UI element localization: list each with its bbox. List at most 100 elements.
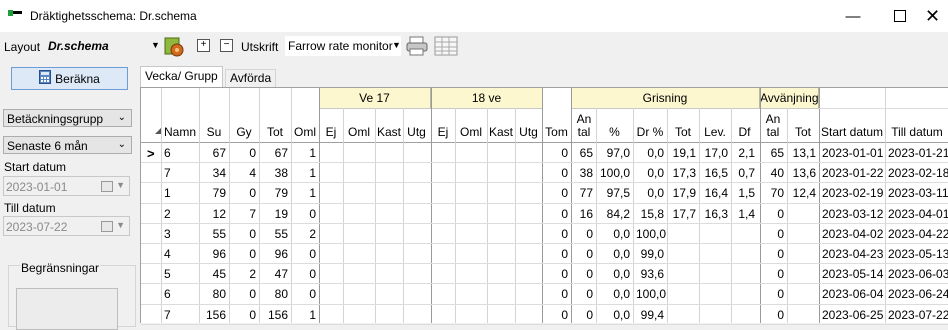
- table-cell: 7: [249, 206, 256, 221]
- layout-label: Layout: [4, 40, 41, 54]
- table-cell: 2023-01-21: [888, 146, 948, 160]
- table-cell: 156: [205, 307, 226, 322]
- col-header-oml[interactable]: Oml: [291, 125, 319, 139]
- table-cell: 0: [309, 267, 316, 282]
- col-header-utg[interactable]: Utg: [403, 125, 430, 139]
- col-header-gy[interactable]: Gy: [229, 125, 259, 139]
- table-cell: 2023-01-22: [822, 166, 884, 181]
- table-cell: 17,0: [704, 146, 728, 160]
- layout-settings-icon[interactable]: [163, 35, 185, 57]
- tab-removed[interactable]: Avförda: [225, 69, 277, 87]
- current-row-marker: >: [147, 146, 155, 161]
- table-cell: 55: [274, 226, 288, 241]
- table-cell: 1,4: [738, 206, 755, 221]
- calendar-icon[interactable]: [101, 221, 113, 232]
- col-header-su[interactable]: Su: [199, 125, 229, 139]
- table-cell: 0: [561, 287, 568, 302]
- col-header-tot[interactable]: Tot: [259, 125, 291, 139]
- table-cell: 4: [164, 247, 171, 261]
- table-cell: 0,7: [738, 166, 755, 181]
- col-header-g_lev[interactable]: Lev.: [699, 125, 731, 139]
- col-header-oml2[interactable]: Oml: [343, 125, 375, 139]
- col-header-kast2[interactable]: Kast: [487, 125, 515, 139]
- col-header-g_pct[interactable]: %: [596, 125, 633, 139]
- table-cell: 79: [212, 186, 226, 201]
- col-header-a_tot[interactable]: Tot: [787, 125, 819, 139]
- table-cell: 0,0: [613, 247, 630, 261]
- table-cell: 6: [164, 146, 171, 160]
- chevron-down-icon[interactable]: ▼: [392, 40, 401, 50]
- table-cell: 2023-05-13: [888, 247, 948, 261]
- col-header-g_tot[interactable]: Tot: [667, 125, 699, 139]
- calendar-icon[interactable]: [101, 181, 113, 192]
- table-cell: 80: [212, 287, 226, 302]
- table-cell: 0: [586, 226, 593, 241]
- col-header-start[interactable]: Start datum: [819, 125, 885, 139]
- group-by-value: Betäckningsgrupp: [7, 112, 104, 126]
- table-cell: 16,4: [704, 186, 728, 201]
- col-header-g_df[interactable]: Df: [731, 125, 758, 139]
- col-header-a-antal-2[interactable]: tal: [761, 125, 785, 139]
- end-date-value: 2023-07-22: [6, 220, 68, 234]
- close-icon[interactable]: ✕: [917, 0, 948, 32]
- col-header-oml3[interactable]: Oml: [455, 125, 487, 139]
- table-cell: 0: [561, 166, 568, 181]
- col-header-g_drpct[interactable]: Dr %: [633, 125, 667, 139]
- group-header-grisning: Grisning: [642, 91, 688, 105]
- table-cell: 1: [309, 186, 316, 201]
- start-date-field[interactable]: 2023-01-01 ▼: [3, 176, 130, 196]
- col-header-till[interactable]: Till datum: [885, 125, 948, 139]
- table-cell: 67: [274, 146, 288, 160]
- table-cell: 38: [579, 166, 593, 181]
- table-cell: 2: [164, 206, 171, 221]
- table-cell: 2023-06-04: [822, 287, 884, 302]
- table-cell: 2023-06-25: [822, 307, 884, 322]
- table-cell: 0: [777, 287, 784, 302]
- data-grid[interactable]: Ve 17 18 ve Grisning Avvänjning Namn Su Gy Tot O…: [140, 87, 948, 325]
- group-header-ve18: 18 ve: [471, 91, 502, 105]
- col-header-tom[interactable]: Tom: [542, 125, 571, 139]
- start-date-label: Start datum: [4, 160, 67, 174]
- chevron-down-icon[interactable]: ▼: [116, 220, 125, 230]
- col-header-ej2[interactable]: Ej: [431, 125, 455, 139]
- limits-list[interactable]: [16, 288, 118, 330]
- col-header-kast[interactable]: Kast: [375, 125, 403, 139]
- table-cell: 2023-04-02: [822, 226, 884, 241]
- table-cell: 100,0: [636, 226, 667, 241]
- table-cell: 45: [212, 267, 226, 282]
- table-cell: 0,0: [647, 186, 664, 201]
- table-cell: 0: [249, 226, 256, 241]
- table-cell: 12,4: [792, 186, 816, 201]
- group-by-select[interactable]: Betäckningsgrupp ⌄: [3, 109, 132, 127]
- tab-week-group[interactable]: Vecka/ Grupp: [140, 66, 223, 88]
- table-cell: 96: [274, 247, 288, 261]
- table-cell: 0: [309, 247, 316, 261]
- table-cell: 0: [561, 146, 568, 160]
- table-view-icon[interactable]: [434, 36, 458, 56]
- table-cell: 0,0: [647, 166, 664, 181]
- chevron-down-icon[interactable]: ▼: [116, 180, 125, 190]
- col-header-ej[interactable]: Ej: [319, 125, 343, 139]
- table-cell: 2023-02-19: [822, 186, 884, 201]
- calculate-button[interactable]: Beräkna: [11, 67, 128, 90]
- printer-icon[interactable]: [405, 35, 429, 57]
- minimize-icon[interactable]: —: [830, 0, 876, 32]
- col-header-g-antal-1[interactable]: An: [573, 112, 595, 126]
- table-cell: 0: [249, 247, 256, 261]
- table-cell: 0: [561, 307, 568, 322]
- period-select[interactable]: Senaste 6 mån ⌄: [3, 136, 132, 154]
- col-header-utg2[interactable]: Utg: [515, 125, 542, 139]
- table-cell: 0: [249, 287, 256, 302]
- table-cell: 17,3: [672, 166, 696, 181]
- col-header-g-antal-2[interactable]: tal: [573, 125, 595, 139]
- expand-all-button[interactable]: +: [197, 39, 210, 52]
- table-cell: 0: [586, 247, 593, 261]
- col-header-namn[interactable]: Namn: [161, 125, 199, 139]
- end-date-field[interactable]: 2023-07-22 ▼: [3, 216, 130, 236]
- table-cell: 0: [249, 146, 256, 160]
- collapse-all-button[interactable]: −: [220, 39, 233, 52]
- table-cell: 93,6: [640, 267, 664, 282]
- chevron-down-icon[interactable]: ▼: [151, 40, 160, 50]
- col-header-a-antal-1[interactable]: An: [761, 112, 785, 126]
- table-cell: 0: [777, 226, 784, 241]
